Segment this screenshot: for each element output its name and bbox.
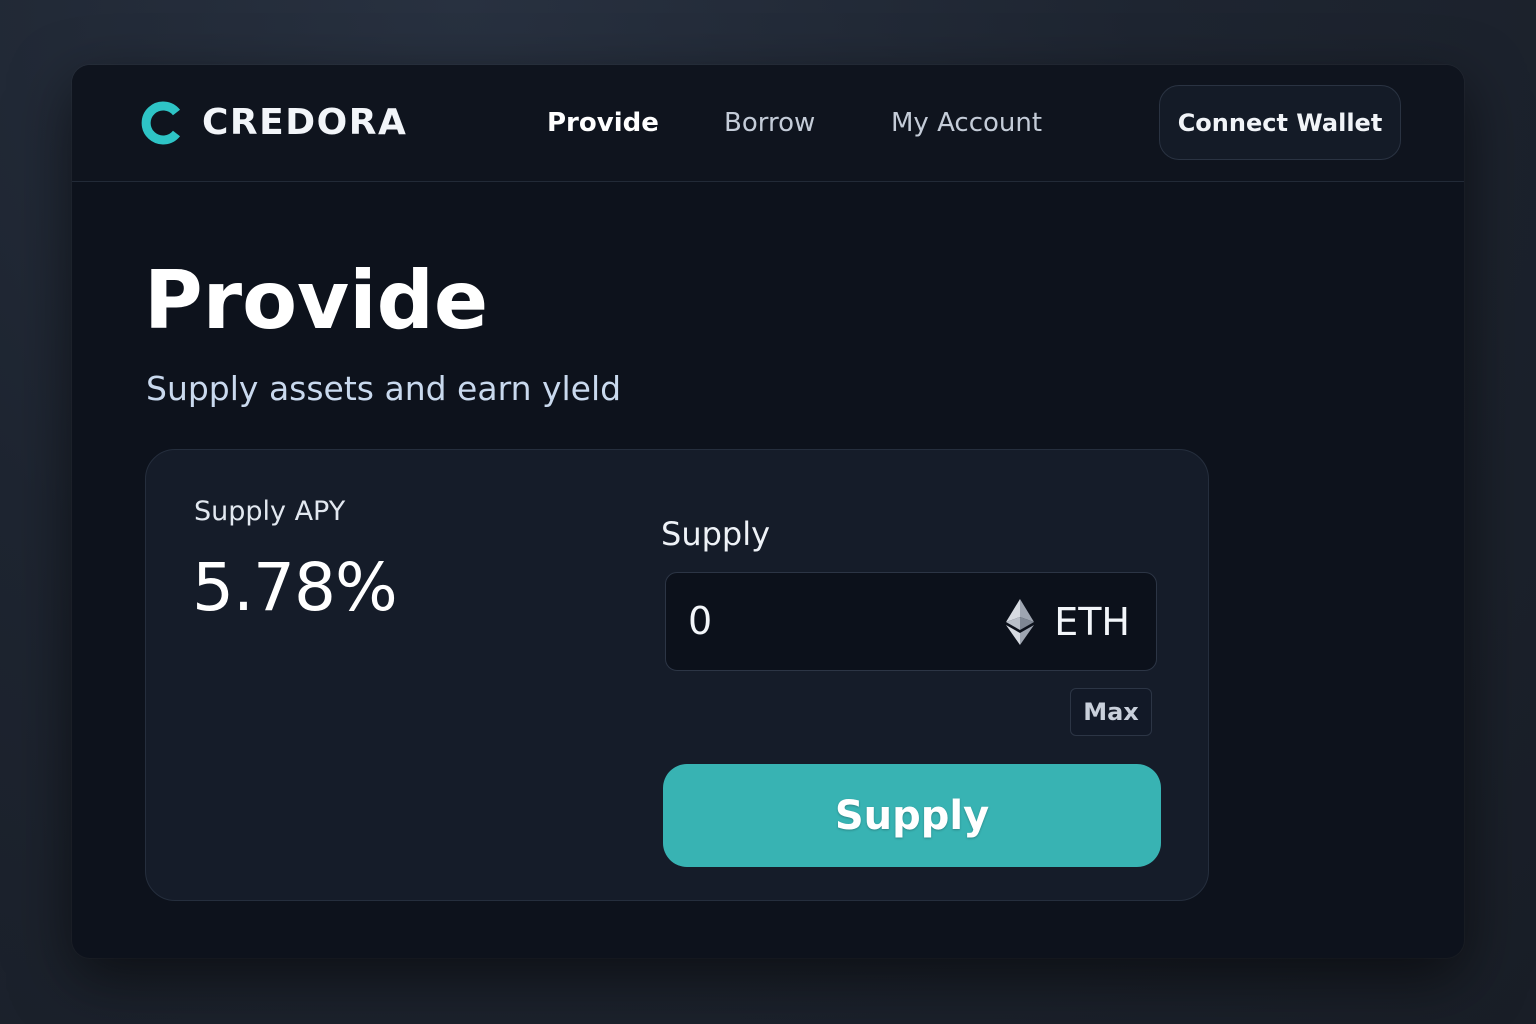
nav-item-borrow[interactable]: Borrow: [724, 103, 815, 143]
top-navbar: CREDORA Provide Borrow My Account Connec…: [72, 65, 1464, 182]
page-subtitle: Supply assets and earn yleld: [146, 369, 622, 408]
ethereum-icon: [1006, 599, 1035, 645]
connect-wallet-button[interactable]: Connect Wallet: [1159, 85, 1401, 160]
brand-logo[interactable]: CREDORA: [138, 99, 407, 147]
page-title: Provide: [144, 254, 489, 347]
supply-card: Supply APY 5.78% Supply ETH Max Supply: [145, 449, 1209, 901]
supply-amount-label: Supply: [661, 515, 771, 553]
max-button[interactable]: Max: [1070, 688, 1152, 736]
supply-apy-value: 5.78%: [192, 549, 398, 626]
supply-amount-input[interactable]: [688, 591, 968, 651]
nav-item-my-account[interactable]: My Account: [891, 103, 1042, 143]
app-window: CREDORA Provide Borrow My Account Connec…: [72, 65, 1464, 958]
asset-selector[interactable]: ETH: [1004, 597, 1130, 647]
asset-symbol: ETH: [1054, 600, 1130, 644]
supply-apy-label: Supply APY: [194, 496, 346, 527]
brand-name: CREDORA: [202, 102, 408, 143]
supply-submit-button[interactable]: Supply: [663, 764, 1161, 867]
nav-item-provide[interactable]: Provide: [547, 103, 659, 143]
credora-logo-icon: [141, 101, 181, 145]
supply-amount-field[interactable]: ETH: [665, 572, 1157, 671]
